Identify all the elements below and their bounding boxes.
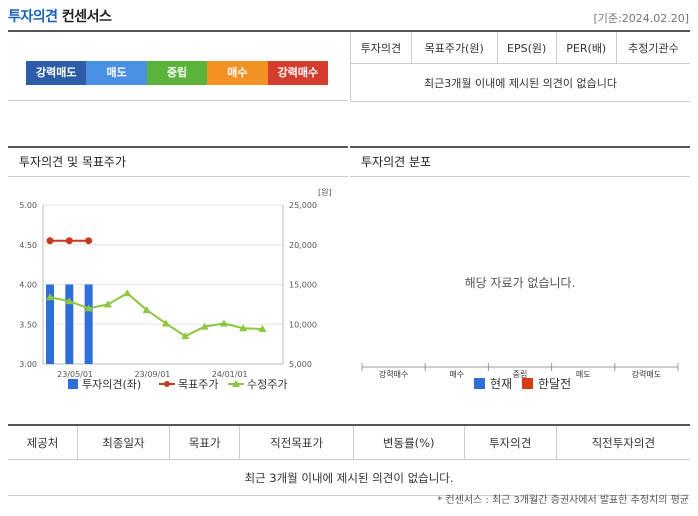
category-label: 매수 (449, 370, 464, 379)
opinion-table: 투자의견 목표주가(원) EPS(원) PER(배) 추정기관수 최근3개월 이내에 제… (350, 32, 690, 102)
reference-date: [기준:2024.02.20] (593, 12, 689, 25)
no-data-message: 해당 자료가 없습니다. (465, 276, 576, 290)
legend-swatch-target (164, 381, 170, 387)
title-opinion: 투자의견 (8, 9, 58, 25)
broker-table-column-header: 변동률(%) (352, 424, 465, 460)
right-chart-panel: 투자의견 분포 (350, 146, 690, 177)
broker-table: 제공처 최종일자 목표가 직전목표가 변동률(%) 투자의견 직전투자의견 최근 3개월 이… (8, 424, 690, 496)
legend-label-opinion: 투자의견(좌) (82, 378, 141, 391)
opinion-distribution-chart: 해당 자료가 없습니다. 강력매수 매수 중립 매도 강력매도현재 한달전 (361, 276, 679, 391)
category-label: 중립 (513, 370, 528, 379)
broker-table-header: 제공처 최종일자 목표가 직전목표가 변동률(%) 투자의견 직전투자의견 (8, 424, 690, 460)
legend-swatch-opinion (68, 379, 78, 389)
legend-label-price: 수정주가 (247, 378, 287, 391)
opinion-table-column-header: 추정기관수 (615, 32, 690, 64)
footnote: * 컨센서스 : 최근 3개월간 증권사에서 발표한 추정치의 평균 (437, 495, 689, 506)
legend-label-current: 현재 (490, 377, 512, 391)
target-price-point (85, 237, 93, 245)
category-label: 강력매도 (632, 369, 661, 379)
broker-table-column-header: 목표가 (168, 424, 240, 460)
opinion-table-column-header: 목표주가(원) (410, 32, 498, 64)
target-price-point (65, 237, 73, 245)
adjusted-price-line (49, 292, 263, 338)
rating-scale: 강력매도 매도 중립 매수 강력매수 (26, 61, 329, 85)
right-panel-title: 투자의견 분포 (350, 146, 690, 177)
adjusted-price-point (123, 289, 132, 297)
opinion-table-column-header: PER(배) (555, 32, 617, 64)
y-right-tick-label: 20,000 (289, 241, 317, 250)
broker-table-column-header: 투자의견 (463, 424, 557, 460)
legend-label-target: 목표주가 (178, 378, 218, 391)
opinion-bar (84, 284, 93, 364)
target-price-point (46, 237, 54, 245)
rating-scale-item: 강력매도 (26, 61, 87, 85)
broker-table-column-header: 직전목표가 (239, 424, 354, 460)
opinion-table-header: 투자의견 목표주가(원) EPS(원) PER(배) 추정기관수 (350, 32, 690, 64)
legend-swatch-month-ago (522, 378, 533, 389)
opinion-table-column-header: EPS(원) (496, 32, 557, 64)
broker-table-column-header: 직전투자의견 (555, 424, 690, 460)
broker-table-column-header: 최종일자 (76, 424, 170, 460)
left-panel-title: 투자의견 및 목표주가 (8, 146, 348, 177)
y-right-tick-label: 5,000 (289, 360, 312, 369)
left-chart-panel: 투자의견 및 목표주가 (8, 146, 348, 177)
y-left-tick-label: 3.50 (19, 320, 37, 329)
y-left-tick-label: 5.00 (19, 201, 37, 210)
title-consensus: 컨센서스 (61, 9, 112, 25)
y-left-tick-label: 4.50 (19, 241, 37, 250)
page-title: 투자의견 컨센서스 (8, 6, 112, 26)
opinion-empty-message: 최근3개월 이내에 제시된 의견이 없습니다 (350, 63, 690, 102)
legend-label-month-ago: 한달전 (538, 377, 571, 391)
rating-scale-item: 매도 (86, 61, 147, 85)
opinion-bar (65, 284, 74, 364)
y-right-tick-label: 10,000 (289, 320, 317, 329)
category-label: 매도 (576, 370, 591, 379)
broker-table-column-header: 제공처 (8, 424, 78, 460)
y-right-unit: [원] (318, 188, 332, 197)
y-left-tick-label: 3.00 (19, 360, 37, 369)
y-right-tick-label: 15,000 (289, 281, 317, 290)
opinion-target-price-chart: 5.00 4.50 4.00 3.50 3.00 25,000 20,000 15,000 10… (19, 188, 332, 391)
legend-swatch-current (474, 378, 485, 389)
rating-scale-item: 중립 (146, 61, 208, 85)
opinion-table-column-header: 투자의견 (350, 32, 412, 64)
rating-scale-item: 매수 (207, 61, 268, 85)
y-right-tick-label: 25,000 (289, 201, 317, 210)
y-left-tick-label: 4.00 (19, 281, 37, 290)
category-label: 강력매수 (379, 369, 408, 379)
rating-scale-item: 강력매수 (267, 61, 329, 85)
